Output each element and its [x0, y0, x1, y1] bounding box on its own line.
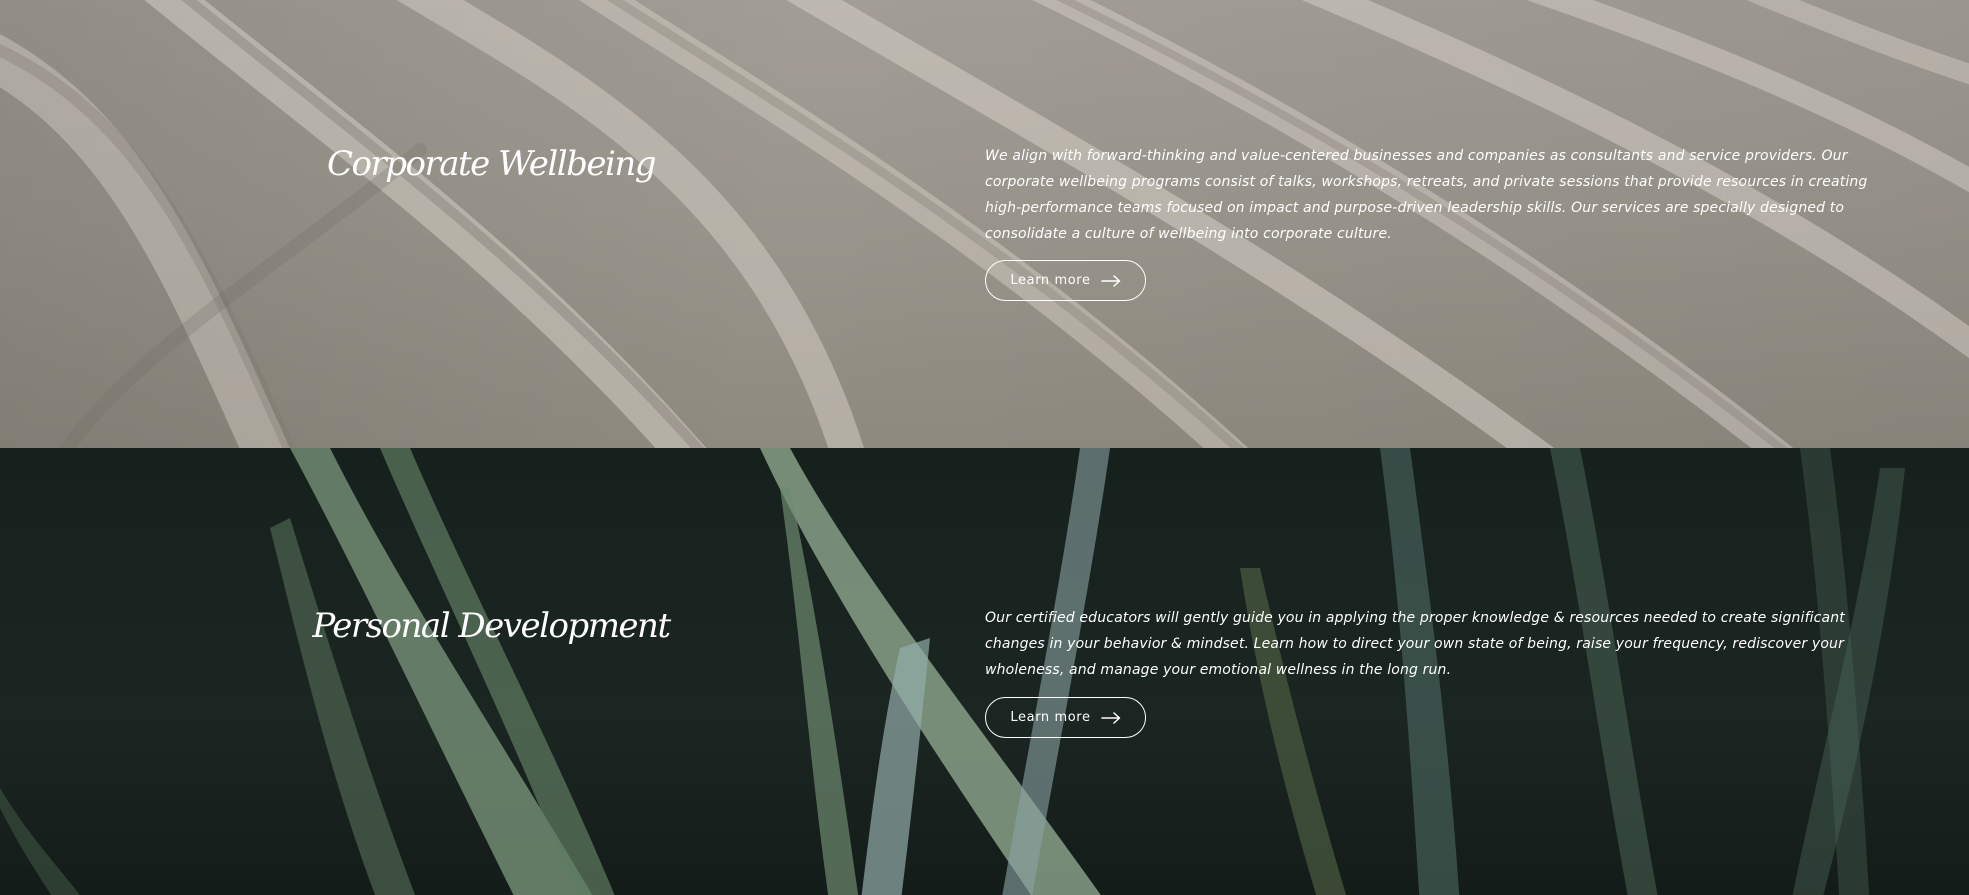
- section-description: Our certified educators will gently guid…: [985, 610, 1845, 678]
- section-description: We align with forward-thinking and value…: [985, 148, 1868, 242]
- arrow-right-icon: [1100, 274, 1121, 287]
- learn-more-label: Learn more: [1010, 710, 1091, 725]
- personal-development-section: Personal Development Our certified educa…: [0, 448, 1969, 895]
- corporate-wellbeing-section: Corporate Wellbeing We align with forwar…: [0, 0, 1969, 448]
- learn-more-button[interactable]: Learn more: [985, 260, 1146, 301]
- section-title: Personal Development: [312, 606, 671, 646]
- section-title: Corporate Wellbeing: [326, 144, 657, 184]
- arrow-right-icon: [1100, 711, 1121, 724]
- learn-more-label: Learn more: [1010, 273, 1091, 288]
- learn-more-button[interactable]: Learn more: [985, 697, 1146, 738]
